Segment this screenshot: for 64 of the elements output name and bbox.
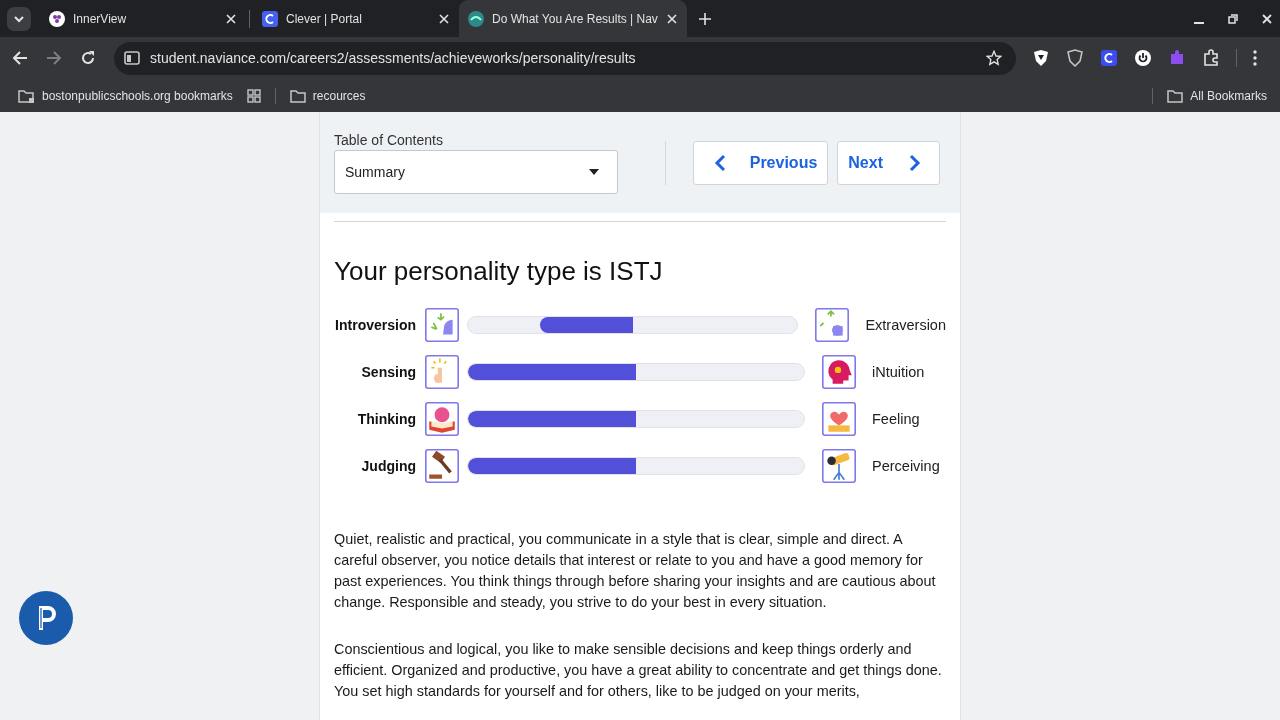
trait-label: Introversion xyxy=(334,316,416,334)
app-launcher-button[interactable] xyxy=(19,591,73,645)
tab-favicon-icon xyxy=(468,10,484,27)
tab-title: Do What You Are Results | Nav xyxy=(492,11,659,26)
forward-icon[interactable] xyxy=(46,50,62,66)
reload-icon[interactable] xyxy=(80,50,96,66)
contents-dropdown[interactable]: Summary xyxy=(334,149,618,194)
extensions-icon[interactable] xyxy=(1202,49,1220,67)
previous-button[interactable]: Previous xyxy=(692,140,829,185)
back-icon[interactable] xyxy=(12,50,28,66)
close-icon[interactable] xyxy=(1262,13,1272,24)
trait-icon xyxy=(425,355,459,389)
browser-tab[interactable]: Do What You Are Results | Nav xyxy=(459,0,687,37)
shield-icon[interactable] xyxy=(1032,49,1050,67)
trait-label: Thinking xyxy=(356,410,416,428)
puzzle-icon[interactable] xyxy=(1168,49,1186,67)
managed-folder-icon xyxy=(18,87,35,104)
results-heading: Your personality type is ISTJ xyxy=(334,256,664,287)
trait-icon xyxy=(815,308,850,342)
description-paragraph: Quiet, realistic and practical, you communicate in a style that is clear, simple and direct. A careful observer, you notice details that interest or relate to you and have a good memory for past experiences. You think things through before sharing your insights and are cautious about change. Responsible and steady, you strive to do your best in every situation. xyxy=(334,530,937,612)
trait-icon xyxy=(425,449,459,483)
restore-icon[interactable] xyxy=(1228,13,1238,24)
trait-label: iNtuition xyxy=(872,364,925,380)
chevron-right-icon xyxy=(909,153,921,172)
trait-icon xyxy=(822,402,856,436)
caret-icon xyxy=(588,168,599,175)
trait-icon xyxy=(822,449,856,483)
trait-icon xyxy=(425,402,459,436)
power-icon[interactable] xyxy=(1134,49,1152,67)
trait-label: Feeling xyxy=(872,411,920,427)
trait-label: Extraversion xyxy=(865,317,946,333)
new-tab-icon[interactable] xyxy=(699,12,711,25)
folder-icon xyxy=(289,87,306,104)
close-icon[interactable] xyxy=(439,13,449,24)
trait-label: Sensing xyxy=(360,363,416,381)
browser-tab[interactable]: Clever | Portal xyxy=(253,0,459,37)
browser-tab[interactable]: InnerView xyxy=(40,0,246,37)
bookmark-item[interactable]: recources xyxy=(289,87,366,104)
trait-label: Perceiving xyxy=(872,458,940,474)
field-label: Table of Contents xyxy=(334,131,443,148)
close-icon[interactable] xyxy=(226,13,236,24)
trait-icon xyxy=(425,308,459,342)
extension-icon[interactable] xyxy=(1100,49,1118,67)
site-info-icon[interactable] xyxy=(124,51,140,65)
next-button[interactable]: Next xyxy=(837,140,940,185)
bookmark-item[interactable]: bostonpublicschools.org bookmarks xyxy=(18,87,233,104)
tab-search-button[interactable] xyxy=(7,6,31,31)
description-paragraph: Conscientious and logical, you like to make sensible decisions and keep things orderly and efficient. Organized and productive, you have a great ability to concentrate and get things done. You set high standards for yourself and for others, like to be judged on your merits, xyxy=(334,640,943,701)
tab-title: InnerView xyxy=(73,11,128,26)
tab-favicon-icon xyxy=(262,10,278,27)
chevron-left-icon xyxy=(713,153,726,172)
address-bar[interactable]: student.naviance.com/careers2/assessments/achieveworks/personality/results xyxy=(114,41,1016,75)
shield-icon[interactable] xyxy=(1066,49,1084,67)
tab-title: Clever | Portal xyxy=(286,11,363,26)
trait-icon xyxy=(822,355,856,389)
trait-label: Judging xyxy=(360,457,416,475)
close-icon[interactable] xyxy=(667,13,677,24)
folder-icon xyxy=(1167,87,1184,104)
all-bookmarks-button[interactable]: All Bookmarks xyxy=(1167,87,1267,104)
menu-icon[interactable] xyxy=(1253,50,1257,66)
apps-grid-icon[interactable] xyxy=(246,88,261,103)
bookmark-star-icon[interactable] xyxy=(986,50,1002,66)
url-text: student.naviance.com/careers2/assessments/achieveworks/personality/results xyxy=(150,50,637,66)
tab-favicon-icon xyxy=(49,10,65,27)
